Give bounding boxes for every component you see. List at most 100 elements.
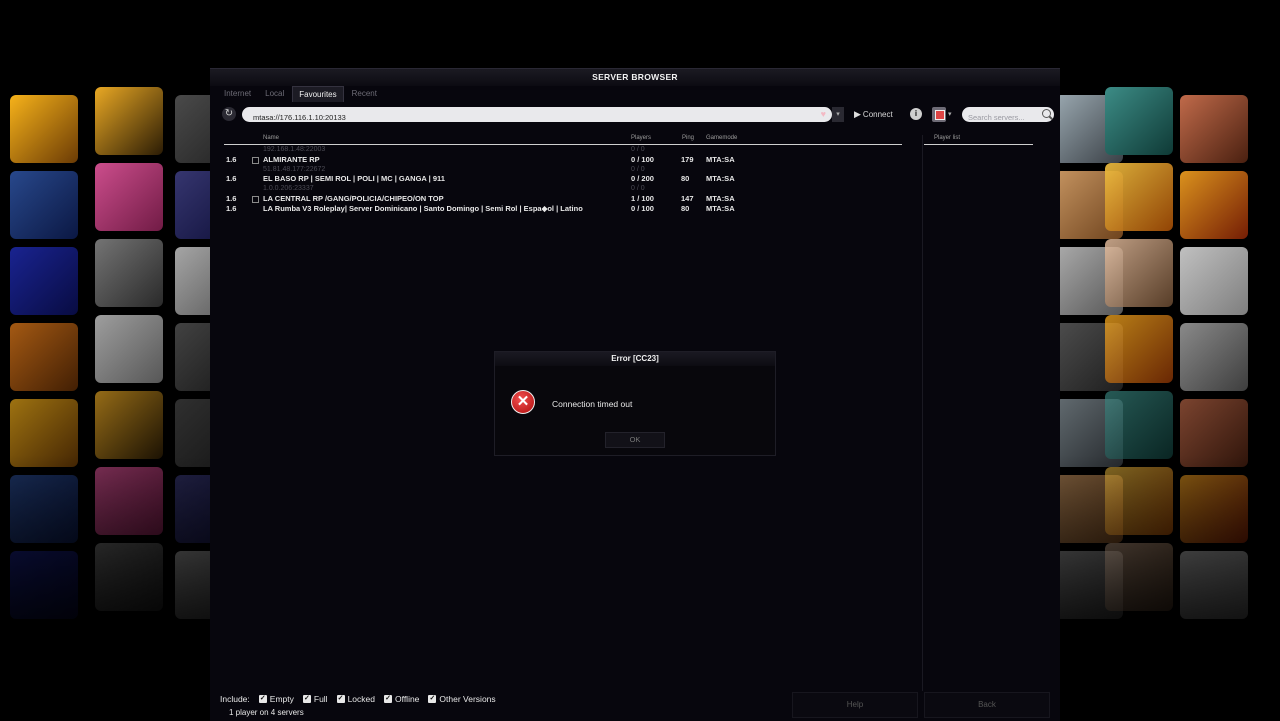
server-row[interactable]: 1.6 LA CENTRAL RP /GANG/POLICIA/CHIPEO/ON… — [224, 194, 902, 204]
background-tile — [1105, 239, 1173, 307]
server-list: Name Players Ping Gamemode 192.168.1.48:… — [224, 135, 902, 214]
filter-label: Full — [313, 694, 328, 704]
filter-label: Other Versions — [439, 694, 496, 704]
filter-locked-checkbox[interactable]: ✓ Locked — [336, 694, 375, 704]
panel-divider — [922, 135, 923, 691]
background-right-wall — [1055, 87, 1280, 655]
tab-bar: Internet Local Favourites Recent — [218, 86, 383, 102]
bottom-bar: Include: ✓ Empty ✓ Full ✓ Locked ✓ Offline ✓… — [220, 692, 1060, 720]
address-input[interactable] — [242, 110, 793, 125]
tab-internet[interactable]: Internet — [218, 86, 257, 102]
header-ping[interactable]: Ping — [682, 135, 694, 141]
server-gamemode: MTA:SA — [706, 154, 735, 164]
server-name: 192.168.1.48:22003 — [263, 146, 326, 153]
refresh-icon[interactable]: ↻ — [222, 107, 236, 121]
server-row[interactable]: 1.6 EL BASO RP | SEMI ROL | POLI | MC | G… — [224, 174, 902, 184]
filter-empty-checkbox[interactable]: ✓ Empty — [258, 694, 294, 704]
window-title: SERVER BROWSER — [210, 69, 1060, 86]
include-filters: Include: ✓ Empty ✓ Full ✓ Locked ✓ Offline ✓… — [220, 692, 496, 706]
connect-button[interactable]: ▶ Connect — [854, 107, 893, 122]
checkbox-icon: ✓ — [428, 695, 437, 703]
server-list-header: Name Players Ping Gamemode — [224, 135, 902, 145]
server-version: 1.6 — [226, 174, 237, 184]
server-name: EL BASO RP | SEMI ROL | POLI | MC | GANG… — [263, 174, 445, 184]
lock-icon — [252, 195, 259, 203]
checkbox-icon: ✓ — [258, 695, 267, 703]
include-label: Include: — [220, 694, 250, 704]
error-icon: ✕ — [511, 390, 535, 414]
background-tile — [1105, 87, 1173, 155]
background-tile — [1105, 315, 1173, 383]
server-row[interactable]: 1.0.0.206:23337 0 / 0 — [224, 184, 902, 194]
server-name: 1.0.0.206:23337 — [263, 185, 314, 193]
server-version: 1.6 — [226, 203, 237, 213]
background-tile — [95, 87, 163, 155]
info-icon[interactable]: i — [910, 108, 922, 120]
server-ping: 80 — [681, 174, 690, 184]
tab-recent[interactable]: Recent — [346, 86, 383, 102]
help-button[interactable]: Help — [792, 692, 918, 718]
server-players: 0 / 0 — [631, 165, 645, 173]
header-gamemode[interactable]: Gamemode — [706, 135, 737, 141]
checkbox-icon: ✓ — [302, 695, 311, 703]
server-row[interactable]: 192.168.1.48:22003 0 / 0 — [224, 145, 902, 155]
favourite-heart-icon[interactable]: ♥ — [821, 109, 826, 120]
header-players[interactable]: Players — [631, 135, 651, 141]
server-gamemode: MTA:SA — [706, 174, 735, 184]
background-tile — [95, 239, 163, 307]
server-players: 0 / 0 — [631, 185, 645, 193]
player-list-header: Player list — [924, 135, 1033, 145]
status-text: 1 player on 4 servers — [229, 708, 304, 717]
error-dialog-title: Error [CC23] — [495, 352, 775, 366]
server-row[interactable]: 1.6 LA Rumba V3 Roleplay| Server Dominica… — [224, 204, 902, 214]
ok-button[interactable]: OK — [605, 432, 665, 448]
checkbox-icon: ✓ — [336, 695, 345, 703]
version-filter-icon[interactable] — [932, 107, 946, 122]
server-name: 51.81.48.177:22672 — [263, 165, 326, 173]
search-input[interactable] — [962, 110, 1042, 125]
player-list-panel: Player list — [924, 135, 1054, 145]
server-rows: 192.168.1.48:22003 0 / 0 1.6 ALMIRANTE RP 0 … — [224, 145, 902, 214]
address-history-dropdown[interactable]: ▾ — [832, 107, 844, 122]
server-ping: 147 — [681, 193, 694, 203]
server-players: 0 / 100 — [631, 154, 654, 164]
error-message: Connection timed out — [552, 399, 633, 409]
lock-icon — [252, 156, 259, 164]
server-ping: 80 — [681, 203, 690, 213]
search-icon[interactable] — [1042, 109, 1051, 118]
server-row[interactable]: 51.81.48.177:22672 0 / 0 — [224, 165, 902, 175]
version-filter-dropdown[interactable]: ▾ — [948, 107, 952, 122]
error-dialog: Error [CC23] ✕ Connection timed out OK — [494, 351, 776, 456]
filter-offline-checkbox[interactable]: ✓ Offline — [384, 694, 419, 704]
background-tile — [1180, 247, 1248, 315]
connect-label: Connect — [862, 110, 893, 119]
tab-favourites[interactable]: Favourites — [292, 86, 344, 102]
filter-label: Locked — [347, 694, 375, 704]
server-gamemode: MTA:SA — [706, 193, 735, 203]
background-tile — [10, 95, 78, 163]
server-row[interactable]: 1.6 ALMIRANTE RP 0 / 100 179 MTA:SA — [224, 155, 902, 165]
header-name[interactable]: Name — [263, 135, 279, 141]
server-ping: 179 — [681, 154, 694, 164]
background-tile — [1180, 171, 1248, 239]
background-tile — [10, 323, 78, 391]
server-players: 0 / 200 — [631, 174, 654, 184]
background-tile — [95, 163, 163, 231]
filter-full-checkbox[interactable]: ✓ Full — [302, 694, 328, 704]
filter-label: Offline — [395, 694, 420, 704]
back-button[interactable]: Back — [924, 692, 1050, 718]
address-bar: ♥ — [242, 107, 832, 125]
tab-local[interactable]: Local — [259, 86, 290, 102]
server-version: 1.6 — [226, 154, 237, 164]
checkbox-icon: ✓ — [384, 695, 392, 703]
server-version: 1.6 — [226, 193, 237, 203]
server-players: 1 / 100 — [631, 193, 654, 203]
play-icon: ▶ — [854, 109, 861, 119]
server-name: LA Rumba V3 Roleplay| Server Dominicano … — [263, 203, 583, 213]
background-tile — [1180, 323, 1248, 391]
background-tile — [95, 315, 163, 383]
server-gamemode: MTA:SA — [706, 203, 735, 213]
search-bar — [962, 107, 1054, 125]
server-name: ALMIRANTE RP — [263, 154, 320, 164]
filter-other-versions-checkbox[interactable]: ✓ Other Versions — [428, 694, 496, 704]
